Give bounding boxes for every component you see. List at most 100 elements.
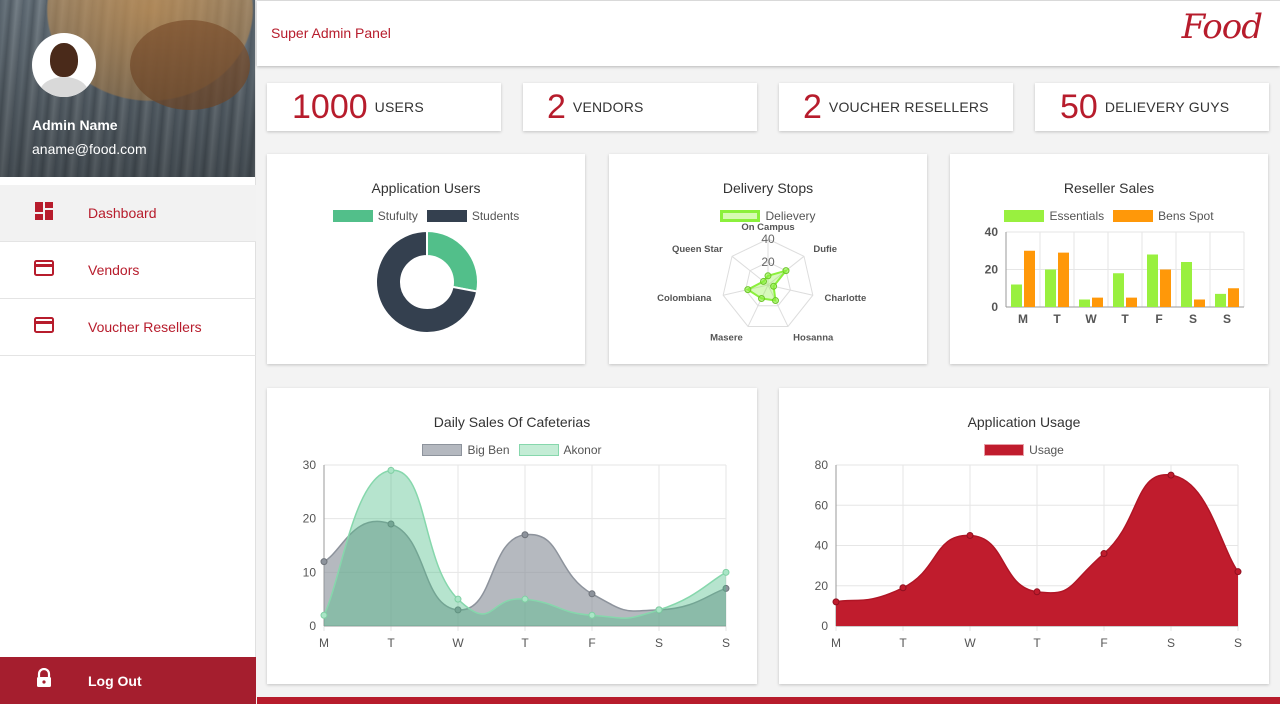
data-point xyxy=(588,590,596,598)
bar-essentials xyxy=(1079,299,1090,307)
stat-label: DELIEVERY GUYS xyxy=(1104,99,1230,115)
x-tick-label: W xyxy=(964,636,976,650)
profile-header: Admin Name aname@food.com xyxy=(0,0,255,177)
stat-card-vendors: 2 VENDORS xyxy=(523,83,757,131)
radar-axis-label: Dufie xyxy=(813,244,837,255)
donut-slice-stufulty xyxy=(426,229,479,293)
bar-bens-spot xyxy=(1160,269,1171,307)
stat-label: VENDORS xyxy=(572,99,644,115)
x-tick-label: S xyxy=(1234,636,1242,650)
bar-bens-spot xyxy=(1092,297,1103,307)
chart-card-application-usage: Application Usage Usage 0 20 40 60 80 M T W T F S S xyxy=(779,388,1269,684)
bar-essentials xyxy=(1045,269,1056,307)
radar-axis-label: Masere xyxy=(710,332,743,343)
y-tick-label: 40 xyxy=(815,539,829,553)
stat-value: 50 xyxy=(1060,88,1098,126)
data-point xyxy=(1167,471,1175,479)
x-tick-label: M xyxy=(1018,312,1028,326)
bar-bens-spot xyxy=(1194,299,1205,307)
chart-card-application-users: Application Users Stufulty Students xyxy=(267,154,585,364)
radar-tick-label: 20 xyxy=(761,255,775,269)
stat-value: 2 xyxy=(547,88,566,126)
radar-point xyxy=(744,286,752,294)
x-tick-label: T xyxy=(1121,312,1129,326)
bar-essentials xyxy=(1147,254,1158,307)
x-tick-label: T xyxy=(387,636,395,650)
radar-point xyxy=(758,294,766,302)
radar-point xyxy=(770,282,778,290)
bar-bens-spot xyxy=(1024,250,1035,307)
data-point xyxy=(320,611,328,619)
logout-label: Log Out xyxy=(88,672,142,689)
radar-point xyxy=(760,277,768,285)
dashboard-icon xyxy=(35,201,53,220)
radar-point xyxy=(764,272,772,280)
data-point xyxy=(1234,568,1242,576)
y-tick-label: 10 xyxy=(303,565,317,579)
y-tick-label: 40 xyxy=(985,225,999,239)
y-tick-label: 20 xyxy=(985,263,999,277)
y-tick-label: 80 xyxy=(815,458,829,472)
radar-point xyxy=(771,297,779,305)
lock-icon xyxy=(37,667,51,687)
data-point xyxy=(655,606,663,614)
card-icon xyxy=(34,259,54,276)
donut-chart xyxy=(375,229,479,334)
radar-point xyxy=(782,267,790,275)
stat-value: 2 xyxy=(803,88,822,126)
top-header: Super Admin Panel Food xyxy=(257,0,1280,66)
y-tick-label: 0 xyxy=(821,619,828,633)
y-tick-label: 20 xyxy=(815,579,829,593)
sidebar-item-dashboard[interactable]: Dashboard xyxy=(0,185,256,242)
bar-bens-spot xyxy=(1058,252,1069,307)
data-point xyxy=(832,598,840,606)
bar-bens-spot xyxy=(1228,288,1239,307)
x-tick-label: W xyxy=(452,636,464,650)
x-tick-label: F xyxy=(1155,312,1162,326)
radar-axis-label: Queen Star xyxy=(672,244,723,255)
food-logo[interactable]: Food xyxy=(1182,7,1263,47)
chart-card-reseller-sales: Reseller Sales Essentials Bens Spot 0 20 4… xyxy=(950,154,1268,364)
x-tick-label: W xyxy=(1085,312,1097,326)
area-chart: 0 20 40 60 80 M T W T F S S xyxy=(815,458,1242,650)
x-tick-label: M xyxy=(319,636,329,650)
x-tick-label: T xyxy=(1033,636,1041,650)
x-tick-label: F xyxy=(1100,636,1107,650)
data-point xyxy=(588,611,596,619)
x-tick-label: S xyxy=(1189,312,1197,326)
chart-card-delivery-stops: Delivery Stops Delievery On Campus Dufie C… xyxy=(609,154,927,364)
sidebar: Admin Name aname@food.com Dashboard Vend… xyxy=(0,0,256,704)
area-chart: 0 10 20 30 M T W T F S S xyxy=(303,458,730,650)
x-tick-label: S xyxy=(722,636,730,650)
data-point xyxy=(899,584,907,592)
x-tick-label: F xyxy=(588,636,595,650)
avatar[interactable] xyxy=(32,33,96,97)
bar-essentials xyxy=(1215,293,1226,307)
radar-chart: On CampusDufieCharlotteHosannaMasereColo… xyxy=(657,222,867,343)
bar-bens-spot xyxy=(1126,297,1137,307)
chart-card-daily-sales: Daily Sales Of Cafeterias Big Ben Akonor… xyxy=(267,388,757,684)
radar-axis-label: Colombiana xyxy=(657,293,712,304)
sidebar-item-voucher-resellers[interactable]: Voucher Resellers xyxy=(0,299,256,356)
radar-axis-label: Charlotte xyxy=(825,293,867,304)
x-tick-label: S xyxy=(655,636,663,650)
sidebar-item-vendors[interactable]: Vendors xyxy=(0,242,256,299)
y-tick-label: 0 xyxy=(991,300,998,314)
admin-name: Admin Name xyxy=(32,117,118,133)
stat-card-users: 1000 USERS xyxy=(267,83,501,131)
x-tick-label: T xyxy=(899,636,907,650)
logout-button[interactable]: Log Out xyxy=(0,657,256,704)
data-point xyxy=(454,595,462,603)
sidebar-item-label: Voucher Resellers xyxy=(88,319,202,335)
admin-email: aname@food.com xyxy=(32,141,147,157)
sidebar-item-label: Dashboard xyxy=(88,205,157,221)
x-tick-label: M xyxy=(831,636,841,650)
sidebar-item-label: Vendors xyxy=(88,262,140,278)
footer-bar xyxy=(257,697,1280,704)
data-point xyxy=(966,531,974,539)
data-point xyxy=(387,466,395,474)
radar-tick-label: 40 xyxy=(761,232,775,246)
bar-essentials xyxy=(1181,262,1192,307)
y-tick-label: 30 xyxy=(303,458,317,472)
bar-chart: 0 20 40 M T W T F S S xyxy=(985,225,1245,326)
